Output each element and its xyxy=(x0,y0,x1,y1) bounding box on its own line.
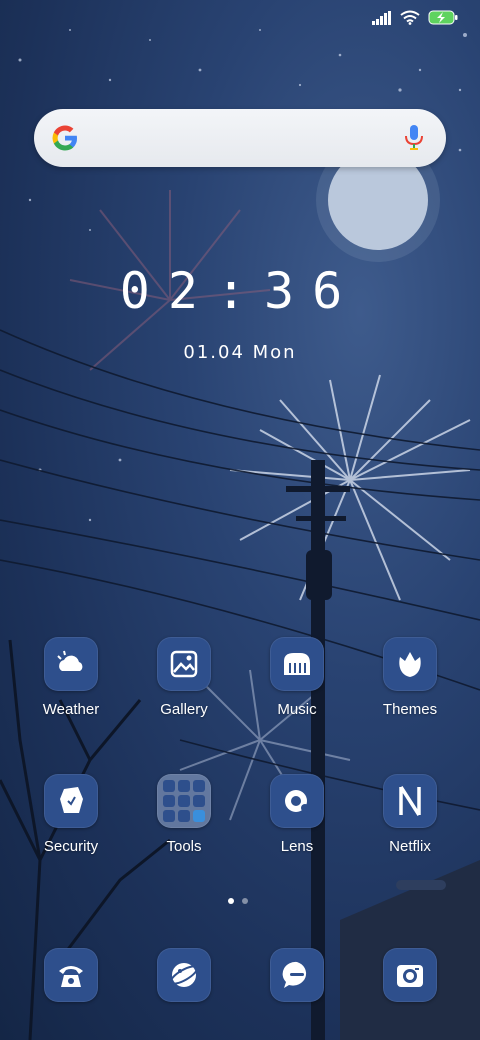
mic-icon[interactable] xyxy=(404,124,424,152)
music-icon xyxy=(270,637,324,691)
weather-icon xyxy=(44,637,98,691)
app-gallery[interactable]: Gallery xyxy=(134,637,234,718)
app-label: Weather xyxy=(42,701,100,718)
app-label: Lens xyxy=(280,838,314,855)
app-label: Music xyxy=(277,701,317,718)
clock-time[interactable]: 02:36 xyxy=(0,262,480,320)
dock-phone[interactable] xyxy=(21,948,121,1002)
app-weather[interactable]: Weather xyxy=(21,637,121,718)
app-label: Gallery xyxy=(160,701,208,718)
app-label: Security xyxy=(43,838,99,855)
app-music[interactable]: Music xyxy=(247,637,347,718)
messages-icon xyxy=(270,948,324,1002)
folder-icon xyxy=(157,774,211,828)
dock-browser[interactable] xyxy=(134,948,234,1002)
app-label: Netflix xyxy=(389,838,431,855)
app-label: Tools xyxy=(166,838,202,855)
app-security[interactable]: Security xyxy=(21,774,121,855)
app-label: Themes xyxy=(382,701,438,718)
battery-charging-icon xyxy=(428,10,458,25)
page-dot-active xyxy=(228,898,234,904)
page-dot xyxy=(242,898,248,904)
camera-icon xyxy=(383,948,437,1002)
netflix-icon xyxy=(383,774,437,828)
dock-camera[interactable] xyxy=(360,948,460,1002)
app-netflix[interactable]: Netflix xyxy=(360,774,460,855)
clock-date[interactable]: 01.04 Mon xyxy=(0,342,480,363)
app-themes[interactable]: Themes xyxy=(360,637,460,718)
app-lens[interactable]: Lens xyxy=(247,774,347,855)
phone-icon xyxy=(44,948,98,1002)
google-logo-icon xyxy=(52,125,78,151)
search-bar[interactable] xyxy=(34,109,446,167)
dock-messages[interactable] xyxy=(247,948,347,1002)
status-bar xyxy=(372,10,458,25)
browser-icon xyxy=(157,948,211,1002)
signal-icon xyxy=(372,10,391,25)
security-icon xyxy=(44,774,98,828)
wifi-icon xyxy=(400,10,420,25)
page-indicator xyxy=(228,898,248,904)
gallery-icon xyxy=(157,637,211,691)
themes-icon xyxy=(383,637,437,691)
lens-icon xyxy=(270,774,324,828)
folder-tools[interactable]: Tools xyxy=(134,774,234,855)
